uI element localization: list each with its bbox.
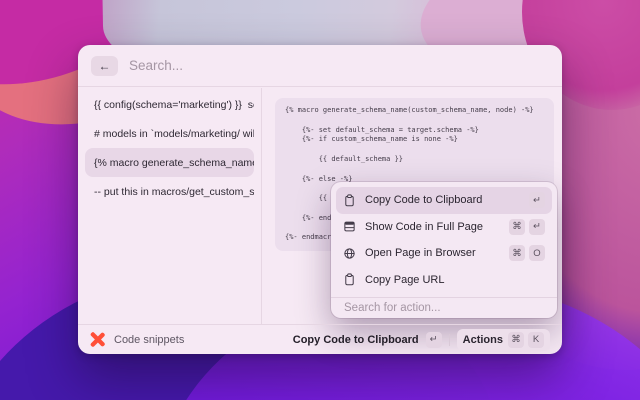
actions-button-label: Actions bbox=[462, 333, 503, 346]
action-search-input[interactable] bbox=[336, 298, 552, 318]
action-menu-item[interactable]: Open Page in Browser ⌘ O bbox=[336, 240, 552, 267]
search-input[interactable] bbox=[129, 58, 429, 73]
keycap: ⌘ bbox=[509, 218, 525, 235]
footer-separator bbox=[448, 333, 450, 346]
action-label: Copy Code to Clipboard bbox=[365, 194, 483, 207]
keycap: ↵ bbox=[529, 218, 545, 235]
snippet-list: {{ config(schema='marketing') }} sel... … bbox=[78, 88, 262, 324]
globe-icon bbox=[343, 247, 356, 260]
footer-actions: Copy Code to Clipboard ↵ Actions ⌘ K bbox=[292, 328, 550, 351]
snippet-list-item[interactable]: {{ config(schema='marketing') }} sel... bbox=[85, 90, 254, 119]
primary-action-label: Copy Code to Clipboard bbox=[292, 333, 419, 346]
keycap: K bbox=[528, 331, 544, 348]
action-label: Copy Page URL bbox=[365, 273, 445, 286]
clipboard-icon bbox=[343, 273, 356, 286]
action-label: Open Page in Browser bbox=[365, 247, 476, 260]
action-menu-item[interactable]: Copy Page URL bbox=[336, 267, 552, 294]
snippet-label: {{ config(schema='marketing') }} sel... bbox=[94, 98, 254, 111]
action-menu-item[interactable]: Copy Code to Clipboard ↵ bbox=[336, 187, 552, 214]
action-shortcut: ⌘ O bbox=[509, 245, 545, 262]
launcher-window: ← {{ config(schema='marketing') }} sel..… bbox=[78, 45, 562, 354]
back-button[interactable]: ← bbox=[91, 55, 118, 76]
snippet-label: -- put this in macros/get_custom_sc... bbox=[94, 185, 254, 198]
keycap: O bbox=[529, 245, 545, 262]
action-shortcut: ⌘ ↵ bbox=[509, 218, 545, 235]
action-rows: Copy Code to Clipboard ↵ Show Code in Fu… bbox=[336, 187, 552, 293]
keycap: ⌘ bbox=[509, 245, 525, 262]
keycap: ⌘ bbox=[508, 331, 524, 348]
app-label: Code snippets bbox=[114, 333, 185, 346]
action-menu-item[interactable]: Show Code in Full Page ⌘ ↵ bbox=[336, 214, 552, 241]
back-arrow-icon: ← bbox=[98, 58, 111, 73]
snippet-list-item[interactable]: # models in `models/marketing/ will... bbox=[85, 119, 254, 148]
action-shortcut: ↵ bbox=[529, 192, 545, 209]
clipboard-icon bbox=[343, 194, 356, 207]
actions-button-shortcut: ⌘ K bbox=[508, 331, 544, 348]
snippet-label: # models in `models/marketing/ will... bbox=[94, 127, 254, 140]
search-bar: ← bbox=[78, 45, 562, 87]
keycap: ↵ bbox=[529, 192, 545, 209]
keycap: ↵ bbox=[425, 331, 442, 348]
dbt-icon bbox=[90, 332, 105, 347]
window-icon bbox=[343, 220, 356, 233]
primary-action-shortcut: ↵ bbox=[425, 331, 442, 348]
bottom-bar: Code snippets Copy Code to Clipboard ↵ A… bbox=[78, 324, 562, 354]
actions-button[interactable]: Actions ⌘ K bbox=[456, 328, 550, 351]
primary-action-button[interactable]: Copy Code to Clipboard ↵ bbox=[292, 331, 442, 348]
action-label: Show Code in Full Page bbox=[365, 220, 484, 233]
actions-menu: Copy Code to Clipboard ↵ Show Code in Fu… bbox=[331, 182, 557, 318]
snippet-list-item[interactable]: -- put this in macros/get_custom_sc... bbox=[85, 177, 254, 206]
snippet-label: {% macro generate_schema_name(c... bbox=[94, 156, 254, 169]
snippet-list-item[interactable]: {% macro generate_schema_name(c... bbox=[85, 148, 254, 177]
